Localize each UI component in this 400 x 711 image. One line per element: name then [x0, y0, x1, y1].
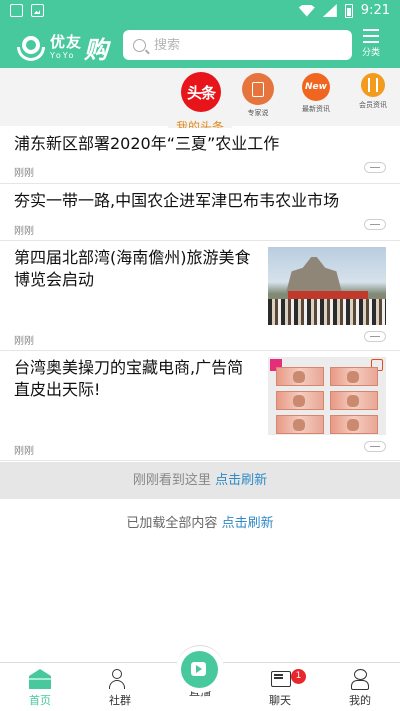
news-title: 浦东新区部署2020年“三夏”农业工作 — [14, 134, 280, 153]
user-icon — [349, 669, 371, 690]
channel-member-news[interactable]: 会员资讯 — [355, 73, 391, 110]
dismiss-icon[interactable] — [364, 162, 386, 173]
news-item[interactable]: 浦东新区部署2020年“三夏”农业工作 刚刚 — [0, 128, 400, 184]
news-thumbnail — [268, 357, 386, 435]
refresh-text: 刚刚看到这里 — [132, 473, 211, 488]
status-bar: 9:21 — [0, 0, 400, 24]
channel-label: 最新资讯 — [302, 105, 330, 113]
channel-expert[interactable]: 专家说 — [240, 73, 276, 118]
tab-group[interactable]: 社群 — [90, 669, 150, 708]
tab-label: 首页 — [29, 694, 51, 707]
channel-label: 会员资讯 — [359, 101, 387, 109]
news-thumbnail — [268, 247, 386, 325]
tab-mine[interactable]: 我的 — [330, 669, 390, 708]
news-title: 夯实一带一路,中国农企进军津巴布韦农业市场 — [14, 191, 340, 210]
refresh-link[interactable]: 点击刷新 — [215, 473, 267, 488]
dismiss-icon[interactable] — [364, 331, 386, 342]
channel-toutiao[interactable]: 头条 — [178, 72, 224, 112]
category-label: 分类 — [361, 48, 380, 58]
news-item[interactable]: 第四届北部湾(海南儋州)旅游美食博览会启动 刚刚 — [0, 241, 400, 351]
signal-icon — [322, 4, 337, 17]
gallery-icon — [31, 4, 44, 17]
dismiss-icon[interactable] — [364, 441, 386, 452]
battery-icon — [344, 3, 353, 18]
news-title: 第四届北部湾(海南儋州)旅游美食博览会启动 — [14, 248, 251, 289]
logo-gou-text: 购 — [84, 36, 109, 64]
search-icon — [133, 38, 146, 52]
logo-icon — [16, 33, 46, 63]
fork-spoon-icon — [361, 73, 385, 97]
new-badge-icon: New — [302, 73, 330, 101]
loaded-refresh-link[interactable]: 点击刷新 — [222, 516, 274, 531]
tab-label: 我的 — [349, 694, 371, 707]
search-input[interactable] — [154, 37, 334, 53]
news-time: 刚刚 — [14, 446, 34, 457]
search-box[interactable] — [123, 30, 352, 60]
tab-label: 聊天 — [269, 694, 291, 707]
news-time: 刚刚 — [14, 336, 34, 347]
news-item[interactable]: 夯实一带一路,中国农企进军津巴布韦农业市场 刚刚 — [0, 184, 400, 241]
app-header: 优友 YoYo 购 分类 — [0, 24, 400, 68]
document-icon — [242, 73, 274, 105]
news-time: 刚刚 — [14, 168, 34, 179]
category-button[interactable]: 分类 — [356, 29, 386, 58]
community-icon — [109, 669, 131, 689]
dismiss-icon[interactable] — [364, 219, 386, 230]
news-item[interactable]: 台湾奥美操刀的宝藏电商,广告简直皮出天际! 刚刚 — [0, 351, 400, 461]
loaded-all-message: 已加载全部内容 点击刷新 — [0, 512, 400, 531]
wifi-icon — [298, 4, 315, 17]
home-icon — [29, 669, 51, 689]
menu-list-icon — [363, 29, 379, 43]
notification-icon — [10, 4, 23, 17]
chat-unread-badge: 1 — [291, 669, 306, 684]
chat-icon — [269, 669, 291, 689]
status-time: 9:21 — [360, 3, 390, 18]
app-logo[interactable]: 优友 YoYo 购 — [16, 30, 108, 65]
refresh-bar[interactable]: 刚刚看到这里 点击刷新 — [0, 462, 400, 499]
live-button[interactable] — [176, 645, 224, 693]
loaded-text: 已加载全部内容 — [126, 516, 218, 531]
logo-subtext: YoYo — [50, 51, 76, 60]
news-title: 台湾奥美操刀的宝藏电商,广告简直皮出天际! — [14, 358, 244, 399]
tab-home[interactable]: 首页 — [10, 669, 70, 708]
video-camera-icon — [181, 651, 218, 688]
tab-label: 社群 — [109, 694, 131, 707]
news-time: 刚刚 — [14, 226, 34, 237]
channel-latest-news[interactable]: New 最新资讯 — [298, 73, 334, 114]
logo-text: 优友 — [50, 33, 83, 51]
toutiao-icon: 头条 — [181, 72, 221, 112]
channel-label: 专家说 — [247, 109, 269, 117]
